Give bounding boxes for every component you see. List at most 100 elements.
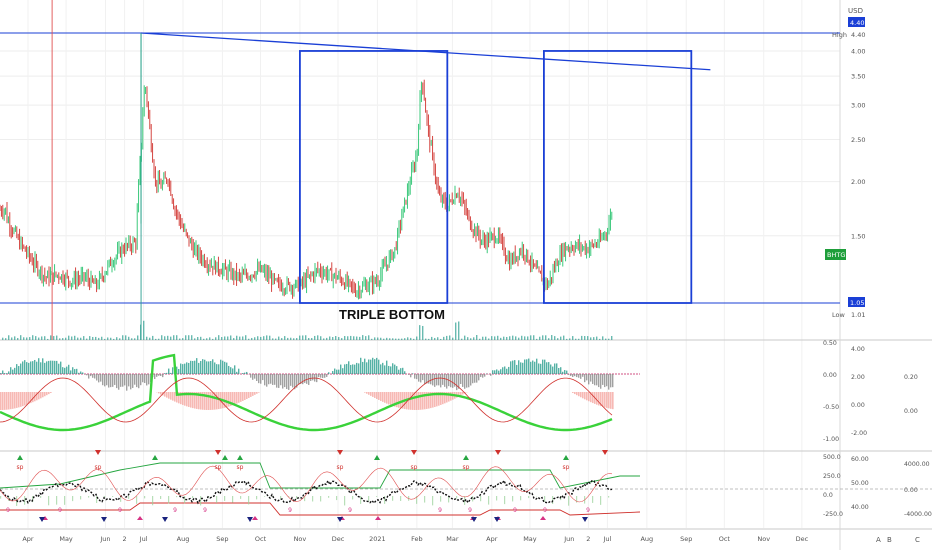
panel2-sp-label: sp (95, 464, 102, 471)
volume-bar (89, 336, 90, 340)
panel1-histogram-bar (508, 367, 509, 374)
panel1-area-bar (580, 392, 582, 397)
panel2-nine-label: 9 (203, 507, 207, 514)
panel1-histogram-bar (60, 362, 61, 374)
panel1-histogram-bar (530, 362, 531, 374)
indicator-panel-2[interactable]: 500.0250.00.0-250.060.0050.0040.004000.0… (0, 450, 932, 522)
panel1-histogram-bar (410, 374, 411, 377)
panel1-histogram-bar (360, 358, 361, 374)
panel1-histogram-bar (590, 374, 591, 382)
price-axis[interactable]: 4.003.503.002.502.001.50 (851, 47, 865, 240)
volume-bar (449, 335, 450, 340)
panel1-area-bar (42, 392, 44, 397)
panel1-histogram-bar (182, 364, 183, 374)
volume-bar (605, 339, 606, 340)
panel1-histogram-bar (222, 361, 223, 374)
volume-bar (233, 338, 234, 340)
volume-bar (200, 337, 201, 340)
rectangle-drawing[interactable] (544, 51, 691, 303)
corner-controls[interactable]: AB C (876, 536, 920, 544)
panel1-histogram-bar (280, 374, 281, 385)
rectangle-drawing[interactable] (300, 51, 447, 303)
panel1-histogram-bar (270, 374, 271, 384)
panel1-histogram-bar (372, 358, 373, 374)
panel1-histogram-bar (78, 373, 79, 374)
panel1-histogram-bar (28, 363, 29, 374)
panel1-histogram-bar (62, 367, 63, 374)
volume-bar (41, 336, 42, 340)
corner-letter-button[interactable]: C (915, 536, 920, 544)
panel2-up-triangle (237, 455, 243, 460)
panel1-histogram-bar (190, 361, 191, 374)
panel1-histogram-bar (388, 366, 389, 374)
volume-bar (413, 339, 414, 340)
time-axis[interactable]: AprMayJun2JulAugSepOctNovDec2021FebMarAp… (22, 535, 808, 543)
volume-bar (32, 335, 33, 340)
panel1-histogram-bar (470, 374, 471, 386)
panel1-histogram-bar (126, 374, 127, 391)
panel1-area-bar (576, 392, 578, 395)
volume-bar (350, 336, 351, 340)
corner-letter-button[interactable]: A (876, 536, 881, 544)
panel1-histogram-bar (214, 362, 215, 374)
panel1-histogram-bar (178, 369, 179, 374)
panel2-pink-triangle (375, 516, 381, 520)
volume-bar (5, 338, 6, 340)
panel1-histogram-bar (446, 374, 447, 389)
panel1-histogram-bar (374, 359, 375, 374)
time-tick-label: Dec (796, 535, 809, 543)
volume-bar (218, 335, 219, 340)
panel1-histogram-bar (382, 363, 383, 374)
panel2-bar (248, 496, 249, 504)
panel1-histogram-bar (278, 374, 279, 388)
volume-bar (440, 339, 441, 340)
panel2-bar (368, 496, 369, 502)
panel1-area-bar (170, 392, 172, 400)
indicator-panel-1[interactable]: 0.500.00-0.50-1.004.002.000.00-2.000.200… (0, 340, 918, 443)
panel1-histogram-bar (120, 374, 121, 387)
panel1-histogram-bar (544, 360, 545, 374)
panel1-area-bar (408, 392, 410, 410)
panel1-histogram-bar (122, 374, 123, 387)
volume-bar (485, 337, 486, 340)
volume-bar (389, 338, 390, 340)
volume-bar (599, 339, 600, 340)
panel1-histogram-bar (286, 374, 287, 389)
panel1-area-bar (26, 392, 28, 405)
panel2-bar (440, 496, 441, 502)
volume-bar (326, 338, 327, 340)
panel1-histogram-bar (298, 374, 299, 384)
volume-bar (341, 338, 342, 340)
panel1-histogram-bar (218, 364, 219, 374)
panel1-histogram-bar (438, 374, 439, 385)
time-tick-label: Jul (139, 535, 148, 543)
time-tick-label: Jun (99, 535, 110, 543)
panel2-bar (328, 496, 329, 498)
panel1-mid-axis-label: 4.00 (851, 346, 865, 353)
panel1-histogram-bar (392, 363, 393, 374)
volume-bar (209, 337, 210, 340)
panel1-histogram-bar (20, 364, 21, 374)
volume-bar (494, 336, 495, 340)
volume-bar (203, 339, 204, 340)
panel1-histogram-bar (26, 362, 27, 374)
panel1-mid-axis-label: -2.00 (851, 430, 867, 437)
panel2-pink-triangle (252, 516, 258, 520)
chart-svg[interactable]: USD TRIPLE BOTTOM 4.003.503.002.502.001.… (0, 0, 932, 550)
panel1-histogram-bar (90, 374, 91, 376)
panel1-histogram-bar (52, 361, 53, 374)
panel1-histogram-bar (578, 374, 579, 378)
corner-letter-button[interactable]: B (887, 536, 892, 544)
volume-bar (23, 337, 24, 340)
price-tick-label: 2.00 (851, 178, 865, 186)
volume-bar (581, 336, 582, 340)
volume-bar (518, 338, 519, 340)
panel1-histogram-bar (596, 374, 597, 385)
volume-bar (11, 337, 12, 340)
volume-bar (455, 323, 456, 340)
panel1-histogram-bar (24, 360, 25, 374)
panel1-histogram-bar (476, 374, 477, 383)
volume-bar (305, 335, 306, 340)
panel1-histogram-bar (584, 374, 585, 382)
chart-container[interactable]: USD TRIPLE BOTTOM 4.003.503.002.502.001.… (0, 0, 932, 550)
